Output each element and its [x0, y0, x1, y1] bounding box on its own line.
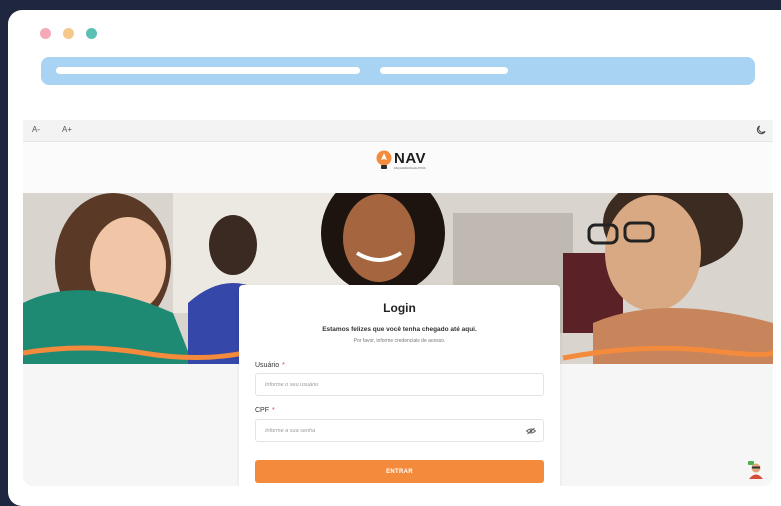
header: NAV FAÇA ESCOLHA ATIVA: [23, 142, 773, 193]
accessibility-bar: A- A+: [23, 120, 773, 142]
browser-window: A- A+ NAV FAÇA ESCOLHA ATIVA Login Estam…: [8, 10, 781, 506]
login-submit-button[interactable]: ENTRAR: [255, 460, 544, 483]
font-decrease-button[interactable]: A-: [32, 125, 40, 134]
brand-logo[interactable]: NAV FAÇA ESCOLHA ATIVA: [376, 150, 426, 172]
required-mark: *: [282, 362, 285, 369]
user-input[interactable]: [255, 373, 544, 396]
user-label-text: Usuário: [255, 362, 280, 369]
required-mark: *: [272, 407, 275, 414]
cpf-input[interactable]: [255, 419, 544, 442]
address-bar-placeholder-line: [56, 67, 360, 74]
login-card: Login Estamos felizes que você tenha che…: [239, 285, 560, 486]
user-label: Usuário *: [255, 362, 285, 369]
lightbulb-icon: [376, 150, 392, 169]
web-page: A- A+ NAV FAÇA ESCOLHA ATIVA Login Estam…: [23, 120, 773, 486]
window-dot-maximize[interactable]: [86, 28, 97, 39]
login-hint: Por favor, informe credenciais de acesso…: [353, 338, 446, 344]
brand-name: NAV: [394, 150, 427, 167]
login-subtitle: Estamos felizes que você tenha chegado a…: [322, 326, 477, 333]
assistant-avatar-icon[interactable]: [747, 461, 763, 479]
brand-tagline: FAÇA ESCOLHA ATIVA: [394, 166, 426, 170]
address-bar-placeholder-line-short: [380, 67, 508, 74]
window-controls: [40, 28, 97, 39]
moon-icon[interactable]: [755, 124, 767, 136]
cpf-label-text: CPF: [255, 407, 269, 414]
cpf-label: CPF *: [255, 407, 275, 414]
window-dot-close[interactable]: [40, 28, 51, 39]
login-title: Login: [383, 301, 416, 315]
address-bar[interactable]: [41, 57, 755, 85]
font-increase-button[interactable]: A+: [62, 125, 72, 134]
window-dot-minimize[interactable]: [63, 28, 74, 39]
eye-slash-icon[interactable]: [526, 427, 536, 435]
